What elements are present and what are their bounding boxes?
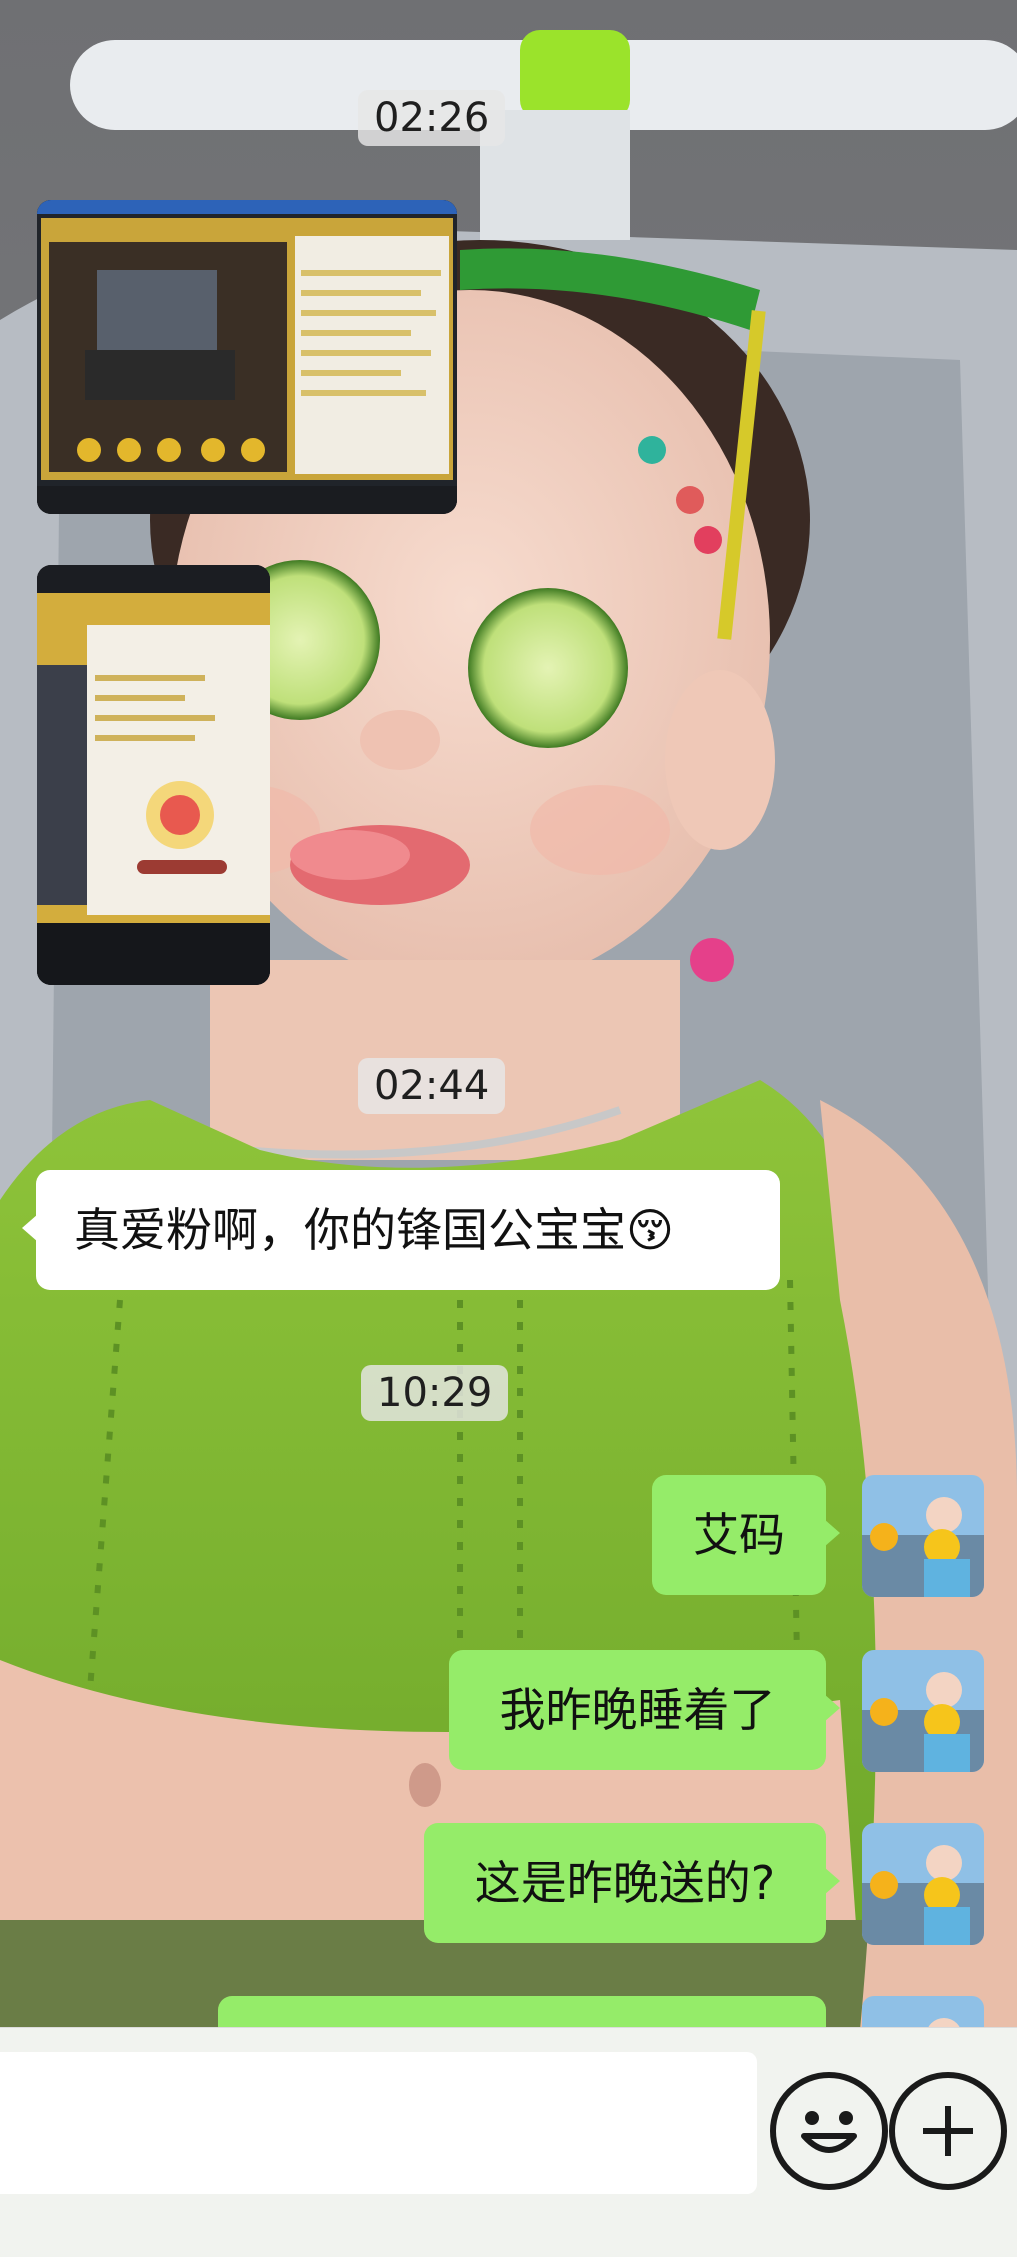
outgoing-message-bubble[interactable]: 我昨晚睡着了 — [449, 1650, 840, 1770]
user-avatar[interactable] — [862, 1823, 984, 1945]
user-avatar-partial[interactable] — [862, 1996, 984, 2027]
outgoing-message-bubble-partial[interactable] — [218, 1996, 840, 2068]
message-text: 我昨晚睡着了 — [499, 1683, 776, 1737]
more-options-button[interactable] — [889, 2072, 1007, 2190]
message-input[interactable] — [0, 2052, 757, 2194]
message-text: 真爱粉啊，你的锋国公宝宝 — [74, 1203, 626, 1257]
screenshot-image-icon — [37, 565, 270, 985]
user-avatar[interactable] — [862, 1475, 984, 1597]
user-avatar[interactable] — [862, 1650, 984, 1772]
outgoing-message-bubble[interactable]: 这是昨晚送的? — [424, 1823, 840, 1943]
timestamp: 10:29 — [361, 1365, 509, 1421]
emoji-button[interactable] — [770, 2072, 888, 2190]
timestamp: 02:26 — [358, 90, 506, 146]
image-message-livestream-screenshot[interactable] — [37, 200, 457, 514]
screenshot-image-icon — [37, 200, 457, 514]
chat-input-bar — [0, 2027, 1017, 2257]
message-text: 这是昨晚送的? — [474, 1856, 776, 1910]
outgoing-message-bubble[interactable]: 艾码 — [652, 1475, 840, 1595]
incoming-message-bubble[interactable]: 真爱粉啊，你的锋国公宝宝😚 — [22, 1170, 780, 1290]
kissing-face-emoji-icon: 😚 — [626, 1203, 674, 1257]
plus-circle-icon — [923, 2106, 973, 2156]
timestamp: 02:44 — [358, 1058, 506, 1114]
image-message-rank-screenshot[interactable] — [37, 565, 270, 985]
smiley-face-icon — [801, 2111, 857, 2153]
message-text: 艾码 — [693, 1508, 785, 1562]
